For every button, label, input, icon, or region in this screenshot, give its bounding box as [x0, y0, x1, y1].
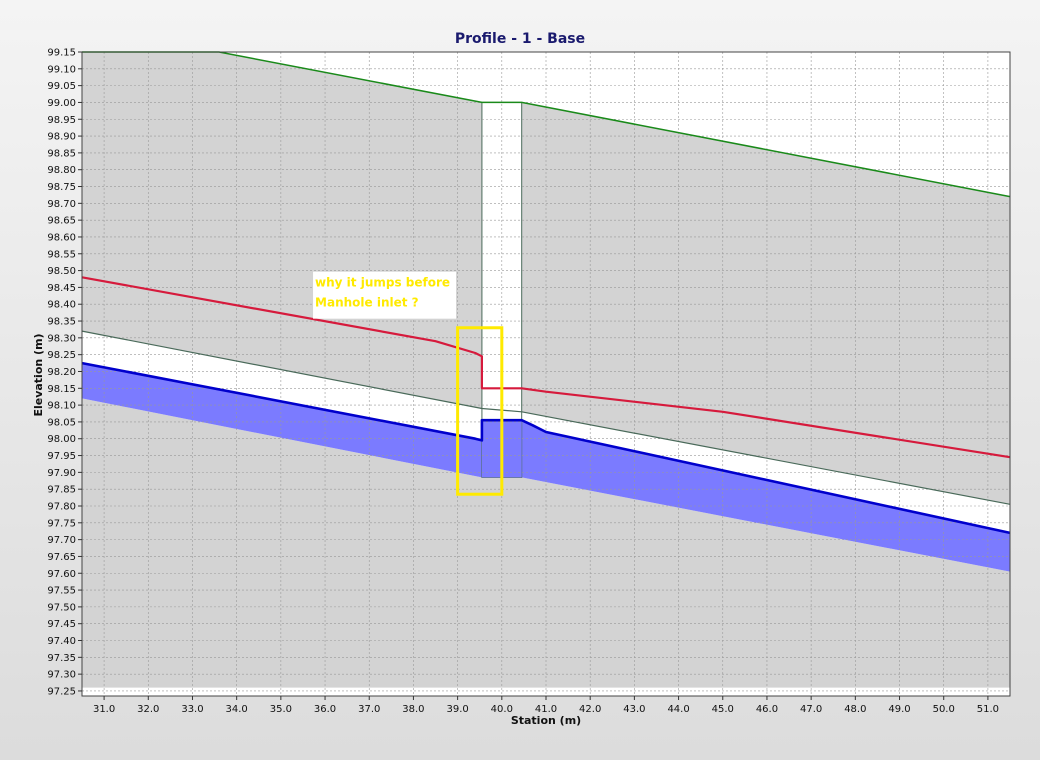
- y-tick-label: 97.85: [47, 485, 76, 496]
- x-tick-label: 47.0: [800, 704, 822, 715]
- y-tick-label: 99.15: [47, 48, 76, 59]
- y-tick-label: 98.30: [47, 333, 76, 344]
- y-tick-label: 97.90: [47, 468, 76, 479]
- y-tick-label: 98.75: [47, 182, 76, 193]
- x-tick-label: 31.0: [93, 704, 115, 715]
- annotation-note: why it jumps before Manhole inlet ?: [313, 271, 457, 319]
- x-tick-label: 40.0: [491, 704, 513, 715]
- y-tick-label: 97.45: [47, 619, 76, 630]
- y-tick-label: 97.75: [47, 518, 76, 529]
- y-tick-label: 98.20: [47, 367, 76, 378]
- y-tick-label: 97.95: [47, 451, 76, 462]
- y-tick-label: 98.45: [47, 283, 76, 294]
- x-tick-label: 48.0: [844, 704, 866, 715]
- x-tick-label: 42.0: [579, 704, 601, 715]
- y-tick-label: 98.40: [47, 300, 76, 311]
- y-tick-label: 97.35: [47, 653, 76, 664]
- y-tick-label: 98.10: [47, 401, 76, 412]
- y-tick-label: 98.70: [47, 199, 76, 210]
- y-tick-label: 98.35: [47, 317, 76, 328]
- chart-title: Profile - 1 - Base: [455, 31, 585, 47]
- y-tick-label: 97.80: [47, 501, 76, 512]
- y-tick-label: 97.30: [47, 670, 76, 681]
- x-tick-label: 34.0: [226, 704, 248, 715]
- y-axis-ticks: 97.25 97.30 97.35 97.40 97.45 97.50 97.55 97.60…: [47, 48, 82, 697]
- y-axis-label: Elevation (m): [32, 333, 45, 416]
- y-tick-label: 98.80: [47, 165, 76, 176]
- x-axis-label: Station (m): [511, 714, 581, 727]
- x-axis-ticks: 31.0 32.0 33.0 34.0 35.0 36.0 37.0 38.0 39.0 40.0…: [93, 696, 999, 715]
- y-tick-label: 98.15: [47, 384, 76, 395]
- y-tick-label: 98.85: [47, 148, 76, 159]
- y-tick-label: 99.00: [47, 98, 76, 109]
- y-tick-label: 98.95: [47, 115, 76, 126]
- x-tick-label: 51.0: [977, 704, 999, 715]
- annotation-line-2: Manhole inlet ?: [315, 296, 419, 310]
- x-tick-label: 38.0: [402, 704, 424, 715]
- x-tick-label: 37.0: [358, 704, 380, 715]
- x-tick-label: 43.0: [623, 704, 645, 715]
- x-tick-label: 45.0: [712, 704, 734, 715]
- x-tick-label: 44.0: [667, 704, 689, 715]
- annotation-line-1: why it jumps before: [315, 276, 450, 290]
- profile-chart: Profile - 1 - Base 31.0 32.0 33.0 34.0 35.0 3…: [32, 31, 1011, 727]
- x-tick-label: 36.0: [314, 704, 336, 715]
- x-tick-label: 50.0: [933, 704, 955, 715]
- y-tick-label: 98.25: [47, 350, 76, 361]
- y-tick-label: 98.05: [47, 417, 76, 428]
- y-tick-label: 99.05: [47, 81, 76, 92]
- y-tick-label: 98.90: [47, 132, 76, 143]
- y-tick-label: 99.10: [47, 64, 76, 75]
- x-tick-label: 35.0: [270, 704, 292, 715]
- y-tick-label: 97.55: [47, 586, 76, 597]
- y-tick-label: 97.70: [47, 535, 76, 546]
- y-tick-label: 97.25: [47, 686, 76, 697]
- x-tick-label: 46.0: [756, 704, 778, 715]
- y-tick-label: 98.65: [47, 216, 76, 227]
- y-tick-label: 98.55: [47, 249, 76, 260]
- y-tick-label: 98.60: [47, 232, 76, 243]
- y-tick-label: 97.40: [47, 636, 76, 647]
- y-tick-label: 98.00: [47, 434, 76, 445]
- x-tick-label: 32.0: [137, 704, 159, 715]
- plot-area: [81, 51, 1011, 697]
- x-tick-label: 39.0: [446, 704, 468, 715]
- y-tick-label: 97.60: [47, 569, 76, 580]
- y-tick-label: 97.50: [47, 602, 76, 613]
- x-tick-label: 33.0: [181, 704, 203, 715]
- y-tick-label: 98.50: [47, 266, 76, 277]
- x-tick-label: 49.0: [888, 704, 910, 715]
- y-tick-label: 97.65: [47, 552, 76, 563]
